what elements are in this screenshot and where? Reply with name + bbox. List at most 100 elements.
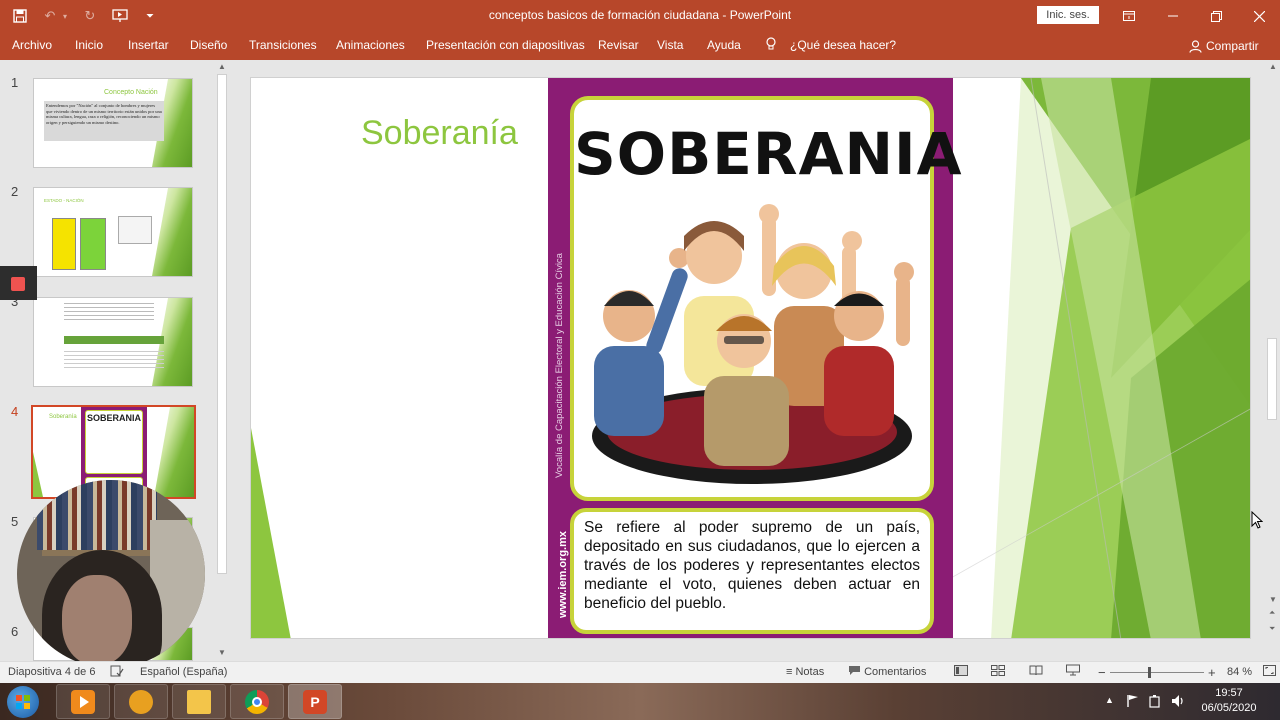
slideshow-icon[interactable] (1066, 662, 1080, 684)
sign-in-button[interactable]: Inic. ses. (1037, 6, 1099, 24)
soberania-poster-image[interactable]: SOBERANIA Vocalía de Capacitación Electo… (548, 78, 963, 638)
close-icon[interactable] (1237, 0, 1280, 32)
windows-logo-icon (16, 695, 30, 709)
start-button[interactable] (7, 686, 39, 718)
taskbar-chrome[interactable] (230, 684, 284, 719)
clock-time: 19:57 (1215, 687, 1243, 699)
slide-scrollbar[interactable]: ▲ ▼ ⏶ ⏷ (1265, 60, 1280, 661)
workspace: 1 Concepto Nación Entendemos por "Nación… (0, 60, 1280, 668)
thumbnail-scrollbar[interactable]: ▲ ▼ (215, 60, 229, 661)
tab-insertar[interactable]: Insertar (128, 32, 169, 60)
tab-archivo[interactable]: Archivo (12, 32, 52, 60)
thumb-title: ESTADO - NACIÓN (44, 198, 84, 203)
app-name: PowerPoint (729, 8, 792, 22)
action-center-flag-icon[interactable] (1127, 694, 1139, 720)
slide-title[interactable]: Soberanía (361, 114, 518, 153)
text-lines (64, 348, 164, 368)
tab-animaciones[interactable]: Animaciones (336, 32, 405, 60)
lightbulb-icon[interactable] (765, 32, 777, 60)
person-icon (1189, 39, 1202, 53)
document-name: conceptos basicos de formación ciudadana (488, 8, 720, 22)
poster-definition-box: Se refiere al poder supremo de un país, … (570, 508, 934, 634)
taskbar-file-explorer[interactable] (172, 684, 226, 719)
thumb-number: 1 (11, 75, 19, 90)
zoom-in-button[interactable]: + (1208, 662, 1216, 684)
tell-me-search[interactable]: ¿Qué desea hacer? (790, 32, 896, 60)
poster-side-text: Vocalía de Capacitación Electoral y Educ… (554, 253, 565, 478)
record-button[interactable] (0, 266, 37, 300)
tab-vista[interactable]: Vista (657, 32, 683, 60)
mouse-cursor-icon (1251, 511, 1263, 529)
next-slide-icon[interactable]: ⏷ (1269, 624, 1275, 634)
ribbon-display-options-icon[interactable] (1107, 0, 1151, 32)
table-yellow (52, 218, 76, 270)
normal-view-icon[interactable] (954, 662, 968, 684)
tab-diseno[interactable]: Diseño (190, 32, 227, 60)
media-player-icon (71, 689, 95, 714)
thumb-text: Entendemos por "Nación" al conjunto de h… (44, 101, 164, 141)
zoom-level[interactable]: 84 % (1227, 662, 1252, 684)
language-indicator[interactable]: Español (España) (140, 662, 227, 684)
scroll-up-icon[interactable]: ▲ (1269, 62, 1277, 71)
scroll-up-icon[interactable]: ▲ (218, 62, 226, 71)
tab-revisar[interactable]: Revisar (598, 32, 639, 60)
tab-presentacion[interactable]: Presentación con diapositivas (426, 32, 585, 60)
share-button[interactable]: Compartir (1189, 32, 1259, 60)
slide-thumbnail-pane: 1 Concepto Nación Entendemos por "Nación… (0, 60, 214, 668)
thumb-title: Soberanía (49, 414, 77, 420)
dropdown-small-icon[interactable]: ▾ (62, 8, 68, 24)
thumb-number: 4 (11, 404, 19, 419)
tab-inicio[interactable]: Inicio (75, 32, 103, 60)
taskbar-media-player[interactable] (56, 684, 110, 719)
thumb-number: 6 (11, 624, 19, 639)
title-bar: ↶ ▾ ↻ ⏷ conceptos basicos de formación c… (0, 0, 1280, 32)
green-row (64, 336, 164, 344)
spelling-icon[interactable] (110, 662, 124, 684)
slide-canvas[interactable]: Soberanía SOBERANIA Vocalía de Capacitac… (250, 77, 1251, 639)
ribbon-tabs: Archivo Inicio Insertar Diseño Transicio… (0, 32, 1280, 90)
thumb-title: Concepto Nación (104, 89, 158, 96)
volume-icon[interactable] (1170, 693, 1186, 720)
zoom-slider-track[interactable] (1110, 672, 1204, 673)
chrome-icon (245, 689, 269, 714)
restore-icon[interactable] (1194, 0, 1238, 32)
slide-sorter-icon[interactable] (991, 662, 1005, 684)
scroll-down-icon[interactable]: ▼ (218, 648, 226, 657)
thumbnail-slide-3[interactable] (33, 297, 193, 387)
scrollbar-thumb[interactable] (1267, 338, 1277, 420)
green-decoration (154, 407, 194, 497)
tab-transiciones[interactable]: Transiciones (249, 32, 317, 60)
zoom-slider-handle[interactable] (1148, 667, 1151, 678)
undo-icon[interactable]: ↶ (42, 8, 58, 24)
stop-record-icon (11, 277, 25, 291)
thumb-number: 2 (11, 184, 19, 199)
scroll-down-icon[interactable]: ▼ (1269, 595, 1277, 604)
poster-heading: SOBERANIA (574, 120, 963, 188)
text-lines (64, 302, 154, 320)
notes-button[interactable]: ≡ Notas (786, 662, 824, 684)
windows-taskbar: P ▲ 19:57 06/05/2020 (0, 683, 1280, 720)
thumbnail-slide-1[interactable]: Concepto Nación Entendemos por "Nación" … (33, 78, 193, 168)
fit-to-window-icon[interactable] (1263, 662, 1276, 684)
start-from-beginning-icon[interactable] (112, 8, 128, 24)
zoom-out-button[interactable]: − (1098, 662, 1106, 684)
clock-date: 06/05/2020 (1201, 702, 1257, 714)
folder-icon (187, 689, 211, 714)
save-icon[interactable] (12, 8, 28, 24)
tab-ayuda[interactable]: Ayuda (707, 32, 741, 60)
thumbnail-slide-2[interactable]: ESTADO - NACIÓN (33, 187, 193, 277)
people-raising-hands-illustration (592, 204, 914, 484)
system-clock[interactable]: 19:57 06/05/2020 (1196, 686, 1262, 716)
quick-access-toolbar: ↶ ▾ ↻ ⏷ (12, 0, 158, 32)
taskbar-app-orange[interactable] (114, 684, 168, 719)
battery-icon[interactable] (1148, 694, 1162, 720)
reading-view-icon[interactable] (1029, 662, 1043, 684)
redo-icon[interactable]: ↻ (82, 8, 98, 24)
previous-slide-icon[interactable]: ⏶ (1269, 608, 1275, 618)
show-hidden-icons[interactable]: ▲ (1105, 695, 1114, 720)
taskbar-powerpoint[interactable]: P (288, 684, 342, 719)
comments-button[interactable]: Comentarios (848, 662, 926, 684)
customize-qat-icon[interactable]: ⏷ (142, 8, 158, 24)
minimize-icon[interactable] (1151, 0, 1195, 32)
scrollbar-thumb[interactable] (217, 74, 227, 574)
